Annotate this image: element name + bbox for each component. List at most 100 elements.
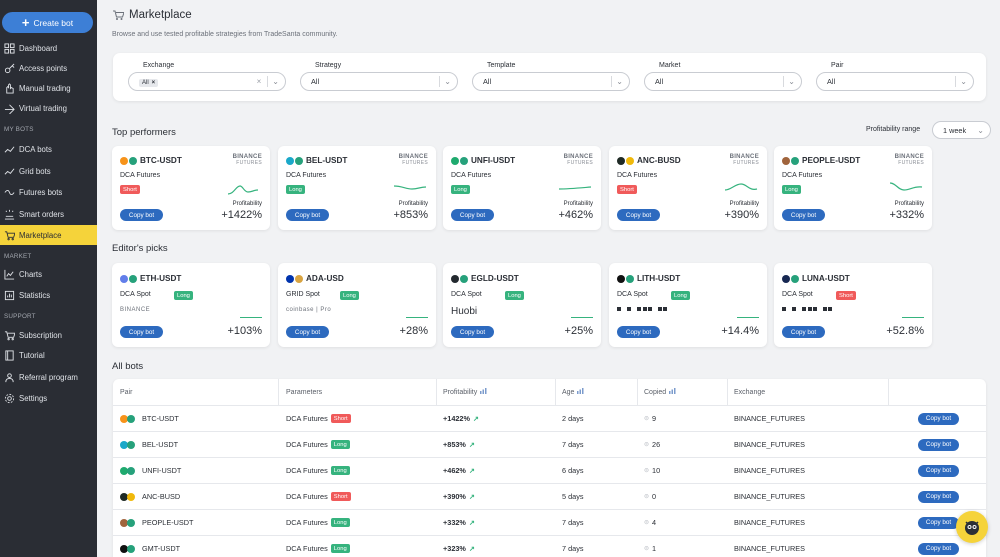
sidebar-item-manual-trading[interactable]: Manual trading xyxy=(0,78,97,98)
cart-icon xyxy=(113,10,124,20)
table-row[interactable]: ANC-BUSD DCA Futures Short +390% ↗ 5 days ⊜ 0 BI… xyxy=(113,484,986,510)
coin-icon xyxy=(127,544,135,553)
sidebar-item-access-points[interactable]: Access points xyxy=(0,58,97,78)
profitability-range-label: Profitability range xyxy=(866,126,921,133)
table-row[interactable]: UNFI-USDT DCA Futures Long +462% ↗ 6 days ⊜ 10 B… xyxy=(113,458,986,484)
copy-bot-button[interactable]: Copy bot xyxy=(286,326,329,338)
sidebar-item-referral-program[interactable]: Referral program xyxy=(0,367,97,387)
age-value: 7 days xyxy=(562,440,584,449)
chevron-down-icon: ⌄ xyxy=(960,77,967,86)
filter-strategy-select[interactable]: All ⌄ xyxy=(300,72,458,91)
filter-pair-select[interactable]: All ⌄ xyxy=(816,72,974,91)
trend-up-icon: ↗ xyxy=(468,545,475,553)
section-label-market: MARKET xyxy=(4,253,32,260)
profitability-value: +1422% xyxy=(221,209,262,221)
copy-bot-button[interactable]: Copy bot xyxy=(451,209,494,221)
editors-picks-title: Editor's picks xyxy=(112,243,168,254)
filter-template-select[interactable]: All ⌄ xyxy=(472,72,630,91)
charts-icon xyxy=(4,269,15,280)
editors-pick-card[interactable]: EGLD-USDT DCA Spot Long Huobi +25% Copy bot xyxy=(443,263,601,347)
sidebar-item-dca-bots[interactable]: DCA bots xyxy=(0,139,97,159)
copy-bot-button[interactable]: Copy bot xyxy=(918,438,959,451)
top-performer-card[interactable]: PEOPLE-USDT BINANCE FUTURES DCA Futures Long… xyxy=(774,146,932,230)
side-badge: Long xyxy=(451,185,470,194)
editors-pick-card[interactable]: LITH-USDT DCA Spot Long +14.4% Copy bot xyxy=(609,263,767,347)
copy-bot-button[interactable]: Copy bot xyxy=(918,490,959,503)
sidebar-item-dashboard[interactable]: Dashboard xyxy=(0,38,97,58)
table-row[interactable]: BTC-USDT DCA Futures Short +1422% ↗ 2 days ⊜ 9 B… xyxy=(113,406,986,432)
copy-bot-button[interactable]: Copy bot xyxy=(617,209,660,221)
strategy-label: DCA Futures xyxy=(120,172,161,179)
exchange-value: BINANCE_FUTURES xyxy=(734,440,805,449)
sidebar-item-charts[interactable]: Charts xyxy=(0,264,97,284)
copy-bot-button[interactable]: Copy bot xyxy=(918,542,959,555)
copy-bot-button[interactable]: Copy bot xyxy=(918,464,959,477)
sidebar-item-marketplace[interactable]: Marketplace xyxy=(0,225,97,245)
profitability-value: +853% xyxy=(443,440,466,449)
coin-icon xyxy=(127,466,135,475)
exchange-value: BINANCE_FUTURES xyxy=(734,466,805,475)
filter-strategy: Strategy All ⌄ xyxy=(300,62,458,91)
parameters-value: DCA Futures xyxy=(286,466,328,475)
section-label-my-bots: MY BOTS xyxy=(4,126,34,133)
copy-bot-button[interactable]: Copy bot xyxy=(782,326,825,338)
sidebar-item-futures-bots[interactable]: Futures bots xyxy=(0,182,97,202)
filter-template: Template All ⌄ xyxy=(472,62,630,91)
sidebar-item-subscription[interactable]: Subscription xyxy=(0,325,97,345)
table-row[interactable]: BEL-USDT DCA Futures Long +853% ↗ 7 days ⊜ 26 BI… xyxy=(113,432,986,458)
statistics-icon xyxy=(4,290,15,301)
help-chat-button[interactable] xyxy=(956,511,988,543)
chevron-down-icon: ⌄ xyxy=(788,77,795,86)
exchange-chip[interactable]: All × xyxy=(139,79,159,87)
copy-bot-button[interactable]: Copy bot xyxy=(120,326,163,338)
grid-icon xyxy=(4,42,15,54)
age-value: 6 days xyxy=(562,466,584,475)
table-row[interactable]: GMT-USDT DCA Futures Long +323% ↗ 7 days ⊜ 1 BIN… xyxy=(113,536,986,557)
clear-icon[interactable]: × xyxy=(257,77,262,86)
copy-bot-button[interactable]: Copy bot xyxy=(918,412,959,425)
column-header-copied[interactable]: Copied xyxy=(644,379,676,405)
copy-bot-button[interactable]: Copy bot xyxy=(451,326,494,338)
profitability-value: +332% xyxy=(889,209,924,221)
column-header-profitability[interactable]: Profitability xyxy=(443,379,487,405)
profitability-range-select[interactable]: 1 week ⌄ xyxy=(932,121,991,139)
sidebar-item-settings[interactable]: Settings xyxy=(0,388,97,408)
copied-value: 10 xyxy=(652,466,661,475)
top-performer-card[interactable]: BEL-USDT BINANCE FUTURES DCA Futures Long Pro… xyxy=(278,146,436,230)
trend-up-icon: ↗ xyxy=(468,441,475,449)
sidebar-item-statistics[interactable]: Statistics xyxy=(0,285,97,305)
sidebar-item-smart-orders[interactable]: Smart orders xyxy=(0,204,97,224)
profitability-value: +103% xyxy=(227,325,262,337)
sidebar-item-tutorial[interactable]: Tutorial xyxy=(0,345,97,365)
coin-icon xyxy=(451,156,459,165)
copy-bot-button[interactable]: Copy bot xyxy=(286,209,329,221)
top-performer-card[interactable]: UNFI-USDT BINANCE FUTURES DCA Futures Long Pr… xyxy=(443,146,601,230)
copy-bot-button[interactable]: Copy bot xyxy=(617,326,660,338)
chip-remove-icon[interactable]: × xyxy=(152,80,156,86)
top-performer-card[interactable]: BTC-USDT BINANCE FUTURES DCA Futures Short Pr… xyxy=(112,146,270,230)
table-row[interactable]: PEOPLE-USDT DCA Futures Long +332% ↗ 7 days ⊜ 4… xyxy=(113,510,986,536)
pair-name: ADA-USD xyxy=(306,274,344,283)
copy-bot-button[interactable]: Copy bot xyxy=(918,516,959,529)
editors-pick-card[interactable]: ADA-USD GRID Spot Long coinbase | Pro +28% Co… xyxy=(278,263,436,347)
column-header-pair: Pair xyxy=(120,388,133,396)
cart-icon xyxy=(4,230,15,241)
sidebar-item-virtual-trading[interactable]: Virtual trading xyxy=(0,98,97,118)
filter-market-select[interactable]: All ⌄ xyxy=(644,72,802,91)
editors-pick-card[interactable]: ETH-USDT DCA Spot Long BINANCE +103% Copy bot xyxy=(112,263,270,347)
profitability-label: Profitability xyxy=(894,201,924,207)
exchange-value: BINANCE_FUTURES xyxy=(734,518,805,527)
parameters-value: DCA Futures xyxy=(286,492,328,501)
page-title: Marketplace xyxy=(129,9,192,21)
copy-bot-button[interactable]: Copy bot xyxy=(782,209,825,221)
create-bot-button[interactable]: + Create bot xyxy=(2,12,93,33)
profitability-value: +25% xyxy=(564,325,593,337)
futures-icon xyxy=(4,187,15,198)
editors-pick-card[interactable]: LUNA-USDT DCA Spot Short +52.8% Copy bot xyxy=(774,263,932,347)
copy-bot-button[interactable]: Copy bot xyxy=(120,209,163,221)
coin-icon xyxy=(286,156,294,165)
sidebar-item-grid-bots[interactable]: Grid bots xyxy=(0,161,97,181)
top-performer-card[interactable]: ANC-BUSD BINANCE FUTURES DCA Futures Short Pr… xyxy=(609,146,767,230)
column-header-age[interactable]: Age xyxy=(562,379,584,405)
filter-exchange-select[interactable]: All × × ⌄ xyxy=(128,72,286,91)
